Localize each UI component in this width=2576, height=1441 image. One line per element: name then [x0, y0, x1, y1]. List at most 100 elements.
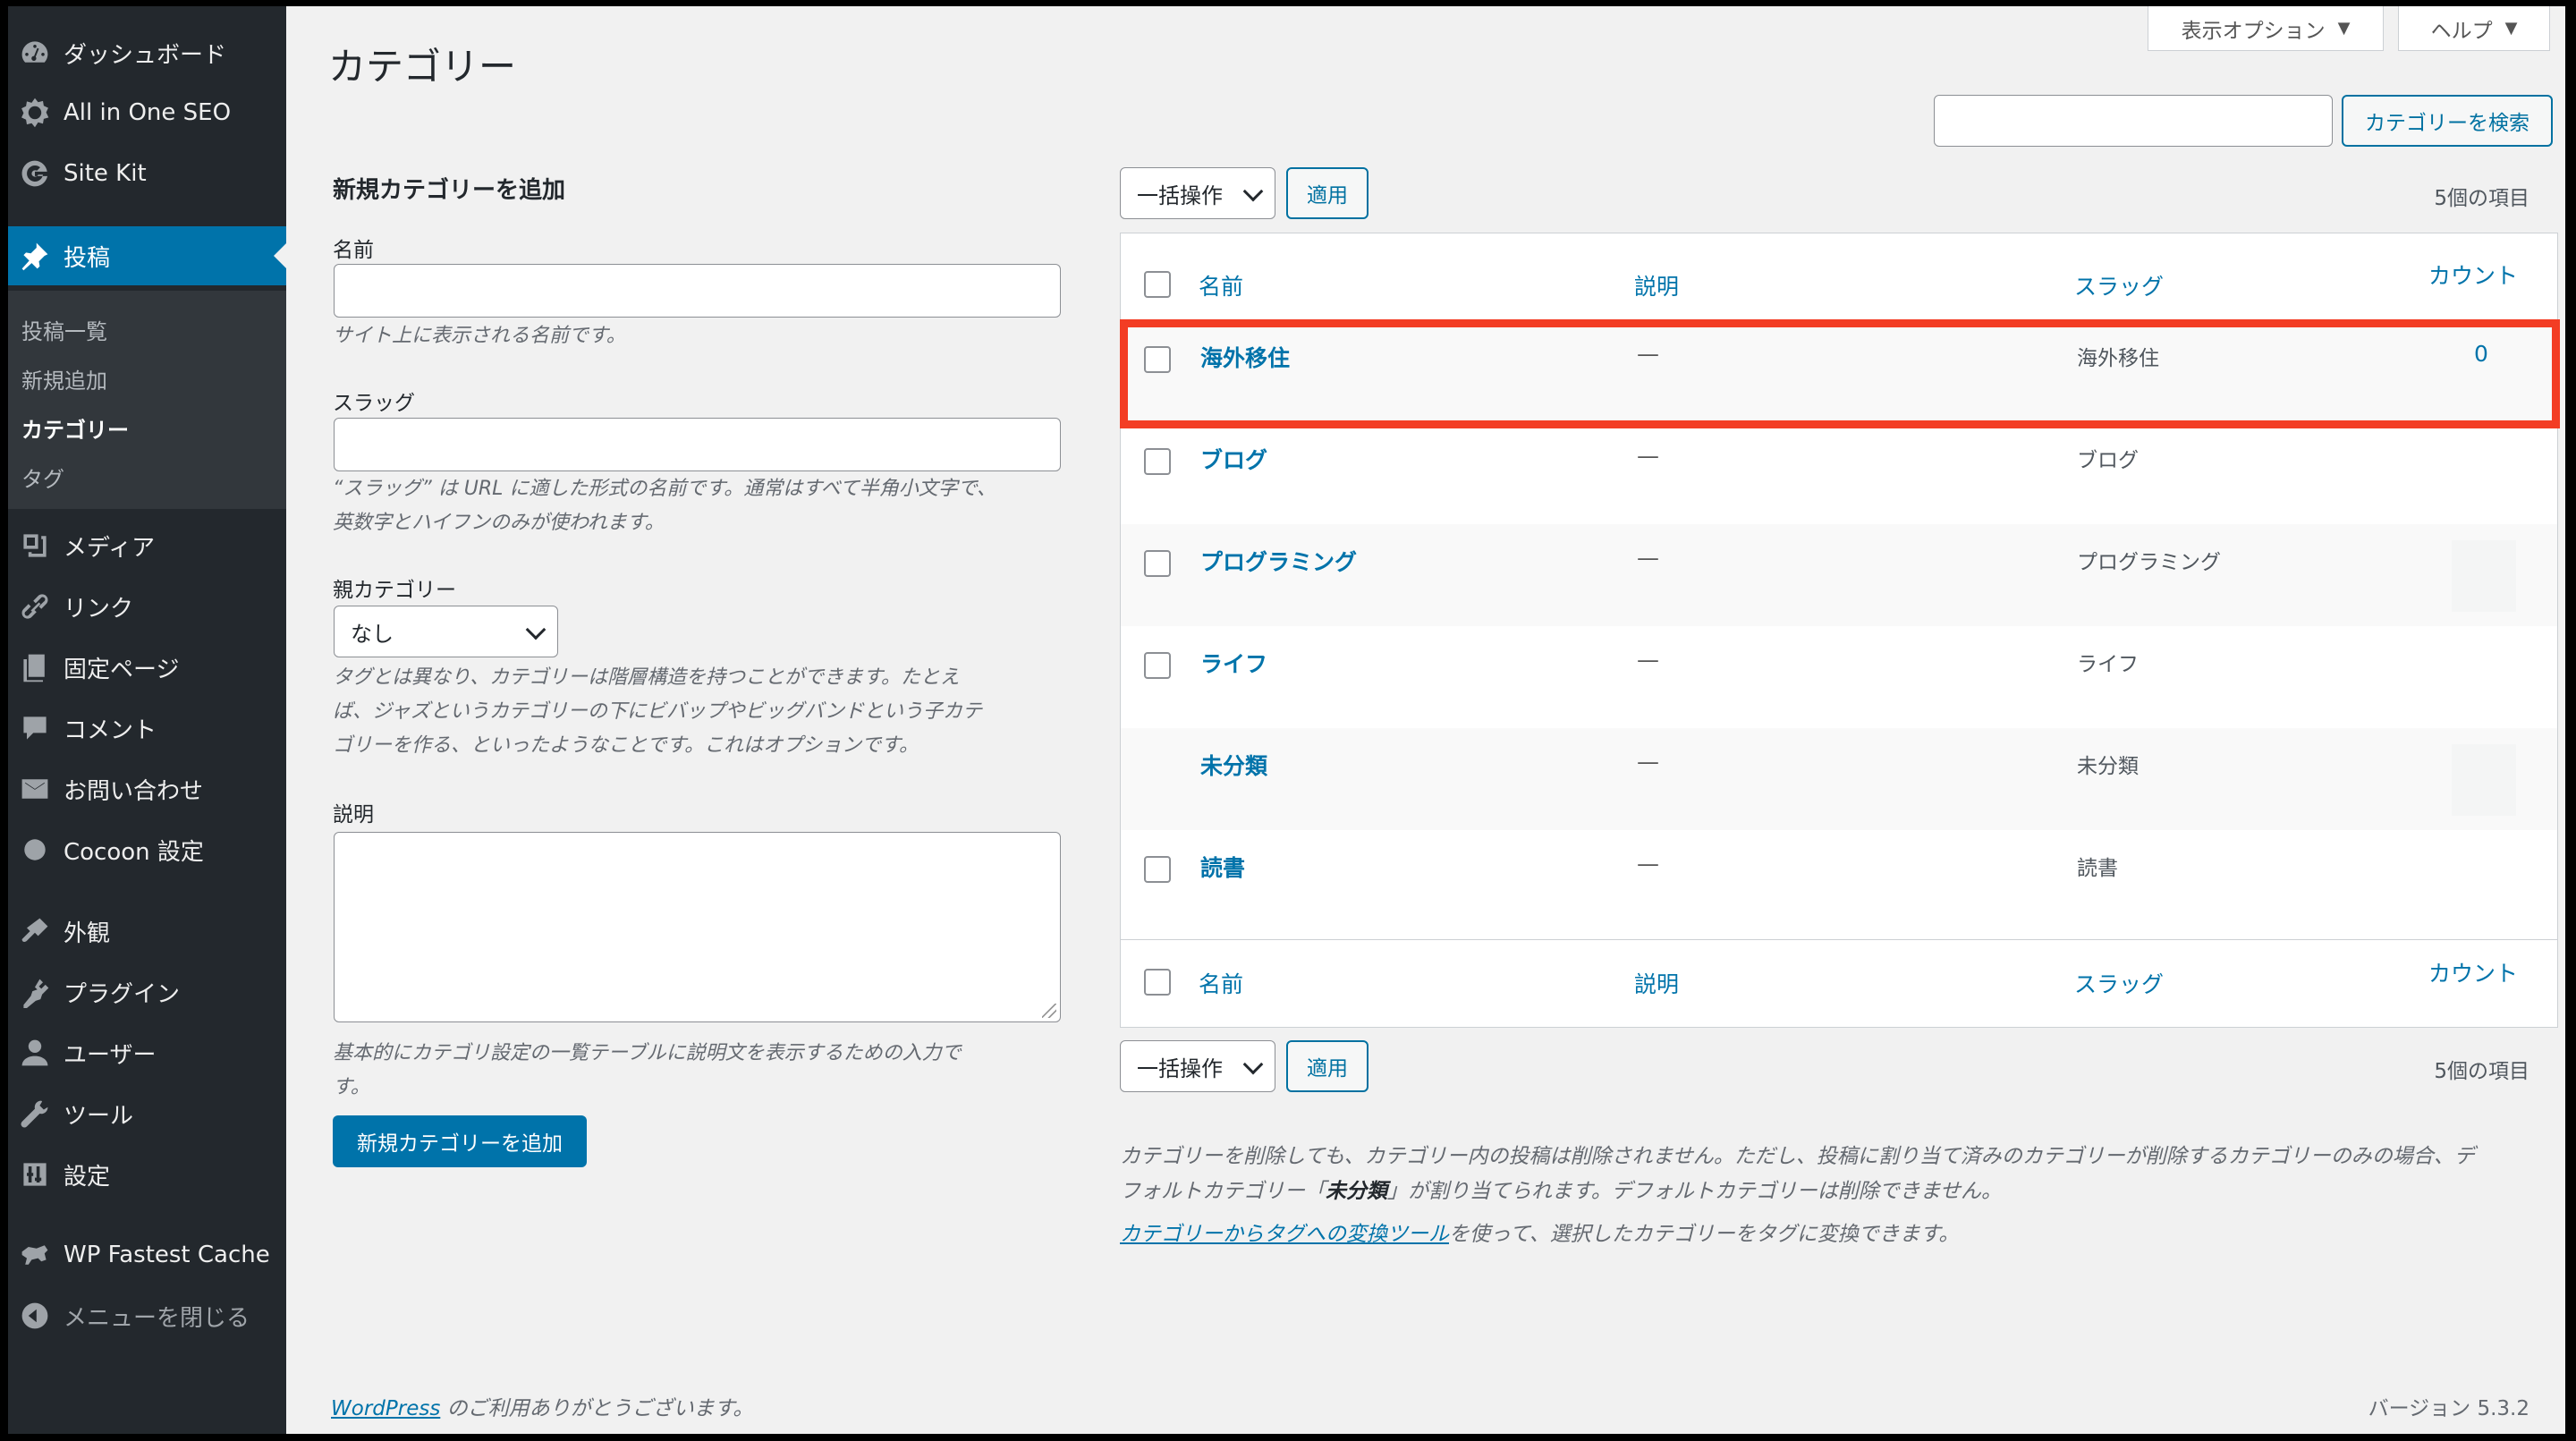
row-checkbox[interactable]: [1144, 856, 1171, 883]
chevron-down-icon: [1242, 181, 1264, 202]
sidebar-item-users[interactable]: ユーザー: [8, 1026, 286, 1080]
select-all-checkbox-bottom[interactable]: [1144, 969, 1171, 996]
sidebar-item-label: お問い合わせ: [64, 777, 204, 805]
search-input[interactable]: [1934, 95, 2333, 147]
select-all-checkbox[interactable]: [1144, 271, 1171, 298]
table-row[interactable]: 未分類 — 未分類: [1121, 728, 2557, 830]
column-name-footer[interactable]: 名前: [1199, 967, 1243, 999]
description-help-line2: す。: [333, 1076, 370, 1098]
category-description: —: [1637, 545, 1659, 571]
sidebar-item-pages[interactable]: 固定ページ: [8, 640, 286, 694]
help-label: ヘルプ: [2430, 19, 2493, 43]
slug-label: スラッグ: [333, 392, 415, 415]
sidebar-item-comments[interactable]: コメント: [8, 701, 286, 755]
category-slug: ブログ: [2077, 449, 2139, 472]
table-header: 名前 説明 スラッグ カウント: [1121, 233, 2557, 319]
search-categories-button[interactable]: カテゴリーを検索: [2342, 95, 2553, 147]
resize-handle[interactable]: [1042, 1004, 1056, 1018]
sidebar-item-sitekit[interactable]: Site Kit: [8, 147, 286, 200]
triangle-down-icon: ▼: [2504, 19, 2518, 38]
category-name-link[interactable]: ライフ: [1200, 647, 1267, 679]
triangle-down-icon: ▼: [2337, 19, 2351, 38]
help-button[interactable]: ヘルプ ▼: [2398, 6, 2550, 51]
category-name-link[interactable]: プログラミング: [1200, 545, 1357, 577]
submenu-add-new[interactable]: 新規追加: [21, 363, 107, 394]
table-row[interactable]: ライフ — ライフ: [1121, 626, 2557, 728]
app-window: ダッシュボード All in One SEO Site Kit 投稿 投稿一覧 …: [8, 6, 2565, 1434]
sidebar-item-label: All in One SEO: [64, 99, 232, 126]
note-text: フォルトカテゴリー「: [1120, 1180, 1326, 1203]
submenu-all-posts[interactable]: 投稿一覧: [21, 314, 107, 345]
active-menu-arrow: [274, 243, 286, 268]
submenu-categories[interactable]: カテゴリー: [21, 412, 129, 444]
sidebar-item-appearance[interactable]: 外観: [8, 904, 286, 958]
description-label: 説明: [333, 803, 374, 826]
parent-description-line3: ゴリーを作る、といったようなことです。これはオプションです。: [333, 734, 919, 757]
column-slug[interactable]: スラッグ: [2074, 269, 2164, 301]
column-description-footer[interactable]: 説明: [1634, 967, 1679, 999]
table-footer: 名前 説明 スラッグ カウント: [1121, 940, 2557, 1026]
sidebar-item-wp-fastest-cache[interactable]: WP Fastest Cache: [8, 1228, 286, 1282]
category-name-link[interactable]: 未分類: [1200, 749, 1267, 781]
column-count[interactable]: カウント: [2428, 259, 2518, 291]
category-tag-converter-link[interactable]: カテゴリーからタグへの変換ツール: [1120, 1223, 1449, 1246]
row-checkbox[interactable]: [1144, 448, 1171, 475]
screen-options-button[interactable]: 表示オプション ▼: [2148, 6, 2384, 51]
page-icon: [15, 648, 55, 687]
table-row[interactable]: ブログ — ブログ: [1121, 422, 2557, 524]
count-placeholder: [2452, 744, 2516, 816]
apply-button-top[interactable]: 適用: [1286, 167, 1368, 219]
sidebar-item-settings[interactable]: 設定: [8, 1148, 286, 1201]
bulk-action-select-top[interactable]: 一括操作: [1120, 167, 1275, 219]
table-row[interactable]: 読書 — 読書: [1121, 830, 2557, 932]
admin-sidebar: ダッシュボード All in One SEO Site Kit 投稿 投稿一覧 …: [8, 6, 286, 1434]
sidebar-item-media[interactable]: メディア: [8, 519, 286, 572]
submenu-tags[interactable]: タグ: [21, 462, 64, 493]
sidebar-item-label: WP Fastest Cache: [64, 1242, 270, 1268]
slug-input[interactable]: [334, 418, 1061, 471]
sidebar-item-label: メディア: [64, 534, 156, 562]
sidebar-item-links[interactable]: リンク: [8, 580, 286, 633]
bulk-action-value: 一括操作: [1137, 1055, 1223, 1081]
brush-icon: [15, 911, 55, 951]
sidebar-item-posts[interactable]: 投稿: [8, 226, 286, 285]
sidebar-item-label: ツール: [64, 1102, 134, 1130]
wordpress-link[interactable]: WordPress: [331, 1397, 440, 1420]
sidebar-item-plugins[interactable]: プラグイン: [8, 965, 286, 1019]
table-row[interactable]: プログラミング — プログラミング: [1121, 524, 2557, 626]
sidebar-item-cocoon[interactable]: Cocoon 設定: [8, 823, 286, 877]
sidebar-item-label: Site Kit: [64, 160, 147, 187]
category-description: —: [1637, 647, 1659, 673]
sidebar-item-label: メニューを閉じる: [64, 1304, 250, 1332]
plugin-icon: [15, 972, 55, 1012]
sidebar-item-aioseo[interactable]: All in One SEO: [8, 86, 286, 140]
apply-button-bottom[interactable]: 適用: [1286, 1040, 1368, 1092]
delete-note-line1: カテゴリーを削除しても、カテゴリー内の投稿は削除されません。ただし、投稿に割り当…: [1120, 1145, 2475, 1168]
column-name[interactable]: 名前: [1199, 269, 1243, 301]
description-help-line1: 基本的にカテゴリ設定の一覧テーブルに説明文を表示するための入力で: [333, 1042, 962, 1064]
category-name-link[interactable]: ブログ: [1200, 443, 1267, 475]
screen-options-label: 表示オプション: [2181, 19, 2326, 43]
row-checkbox[interactable]: [1144, 652, 1171, 679]
category-name-link[interactable]: 読書: [1200, 851, 1245, 883]
sidebar-item-dashboard[interactable]: ダッシュボード: [8, 26, 286, 80]
column-description[interactable]: 説明: [1634, 269, 1679, 301]
column-count-footer[interactable]: カウント: [2428, 956, 2518, 988]
bulk-action-select-bottom[interactable]: 一括操作: [1120, 1040, 1275, 1092]
column-slug-footer[interactable]: スラッグ: [2074, 967, 2164, 999]
add-new-category-button[interactable]: 新規カテゴリーを追加: [333, 1115, 587, 1167]
category-slug: プログラミング: [2077, 551, 2221, 574]
gear-icon: [15, 93, 55, 132]
sidebar-item-label: リンク: [64, 595, 134, 623]
parent-category-select[interactable]: なし: [334, 606, 558, 657]
slug-description-line1: “スラッグ” は URL に適した形式の名前です。通常はすべて半角小文字で、: [333, 478, 996, 500]
name-input[interactable]: [334, 264, 1061, 318]
dashboard-icon: [15, 33, 55, 72]
sidebar-item-contact[interactable]: お問い合わせ: [8, 762, 286, 816]
description-textarea[interactable]: [334, 832, 1061, 1022]
parent-description-line1: タグとは異なり、カテゴリーは階層構造を持つことができます。たとえ: [333, 666, 960, 689]
collapse-menu-button[interactable]: メニューを閉じる: [8, 1289, 286, 1343]
sidebar-item-tools[interactable]: ツール: [8, 1087, 286, 1140]
row-checkbox[interactable]: [1144, 550, 1171, 577]
highlight-box: [1120, 319, 2560, 428]
